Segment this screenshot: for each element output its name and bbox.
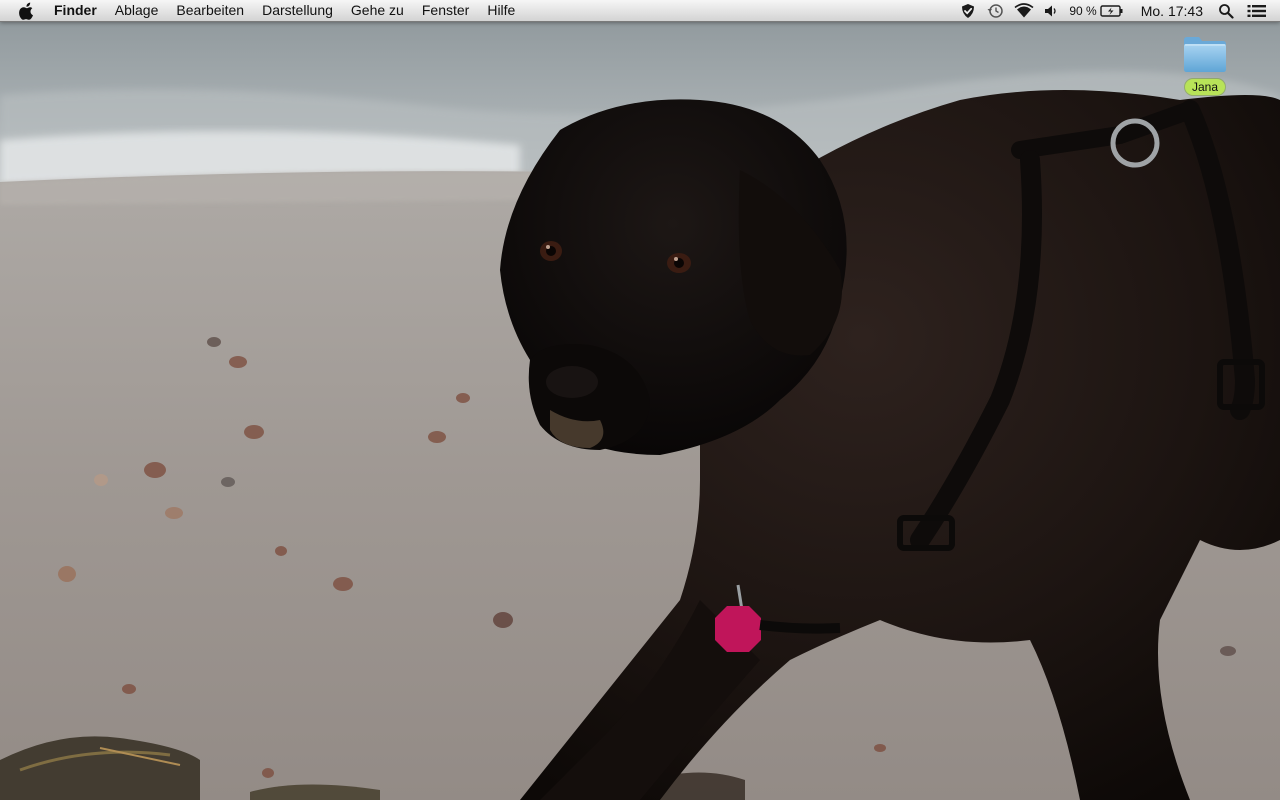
shield-check-icon[interactable]: [960, 0, 976, 21]
notification-center-icon[interactable]: [1247, 0, 1267, 21]
menu-bar-left: Finder Ablage Bearbeiten Darstellung Geh…: [0, 0, 524, 21]
desktop[interactable]: Finder Ablage Bearbeiten Darstellung Geh…: [0, 0, 1280, 800]
menu-gehe-zu[interactable]: Gehe zu: [342, 0, 413, 21]
menu-bearbeiten[interactable]: Bearbeiten: [167, 0, 253, 21]
desktop-folder-jana[interactable]: Jana: [1170, 34, 1240, 95]
time-machine-icon[interactable]: [986, 0, 1004, 21]
battery-percentage[interactable]: 90 %: [1069, 4, 1096, 18]
volume-icon[interactable]: [1044, 0, 1058, 21]
menu-app-finder[interactable]: Finder: [48, 0, 106, 21]
apple-logo-icon[interactable]: [16, 0, 38, 21]
spotlight-search-icon[interactable]: [1218, 0, 1234, 21]
menu-bar: Finder Ablage Bearbeiten Darstellung Geh…: [0, 0, 1280, 22]
battery-icon[interactable]: [1100, 0, 1124, 21]
desktop-wallpaper: [0, 0, 1280, 800]
menu-darstellung[interactable]: Darstellung: [253, 0, 342, 21]
menu-fenster[interactable]: Fenster: [413, 0, 478, 21]
wifi-icon[interactable]: [1014, 0, 1034, 21]
folder-icon: [1184, 37, 1226, 72]
menu-ablage[interactable]: Ablage: [106, 0, 168, 21]
menu-hilfe[interactable]: Hilfe: [478, 0, 524, 21]
desktop-icon-label: Jana: [1184, 79, 1226, 95]
menu-bar-clock[interactable]: Mo. 17:43: [1141, 3, 1203, 19]
menu-bar-status-area: 90 % Mo. 17:43: [955, 0, 1280, 21]
